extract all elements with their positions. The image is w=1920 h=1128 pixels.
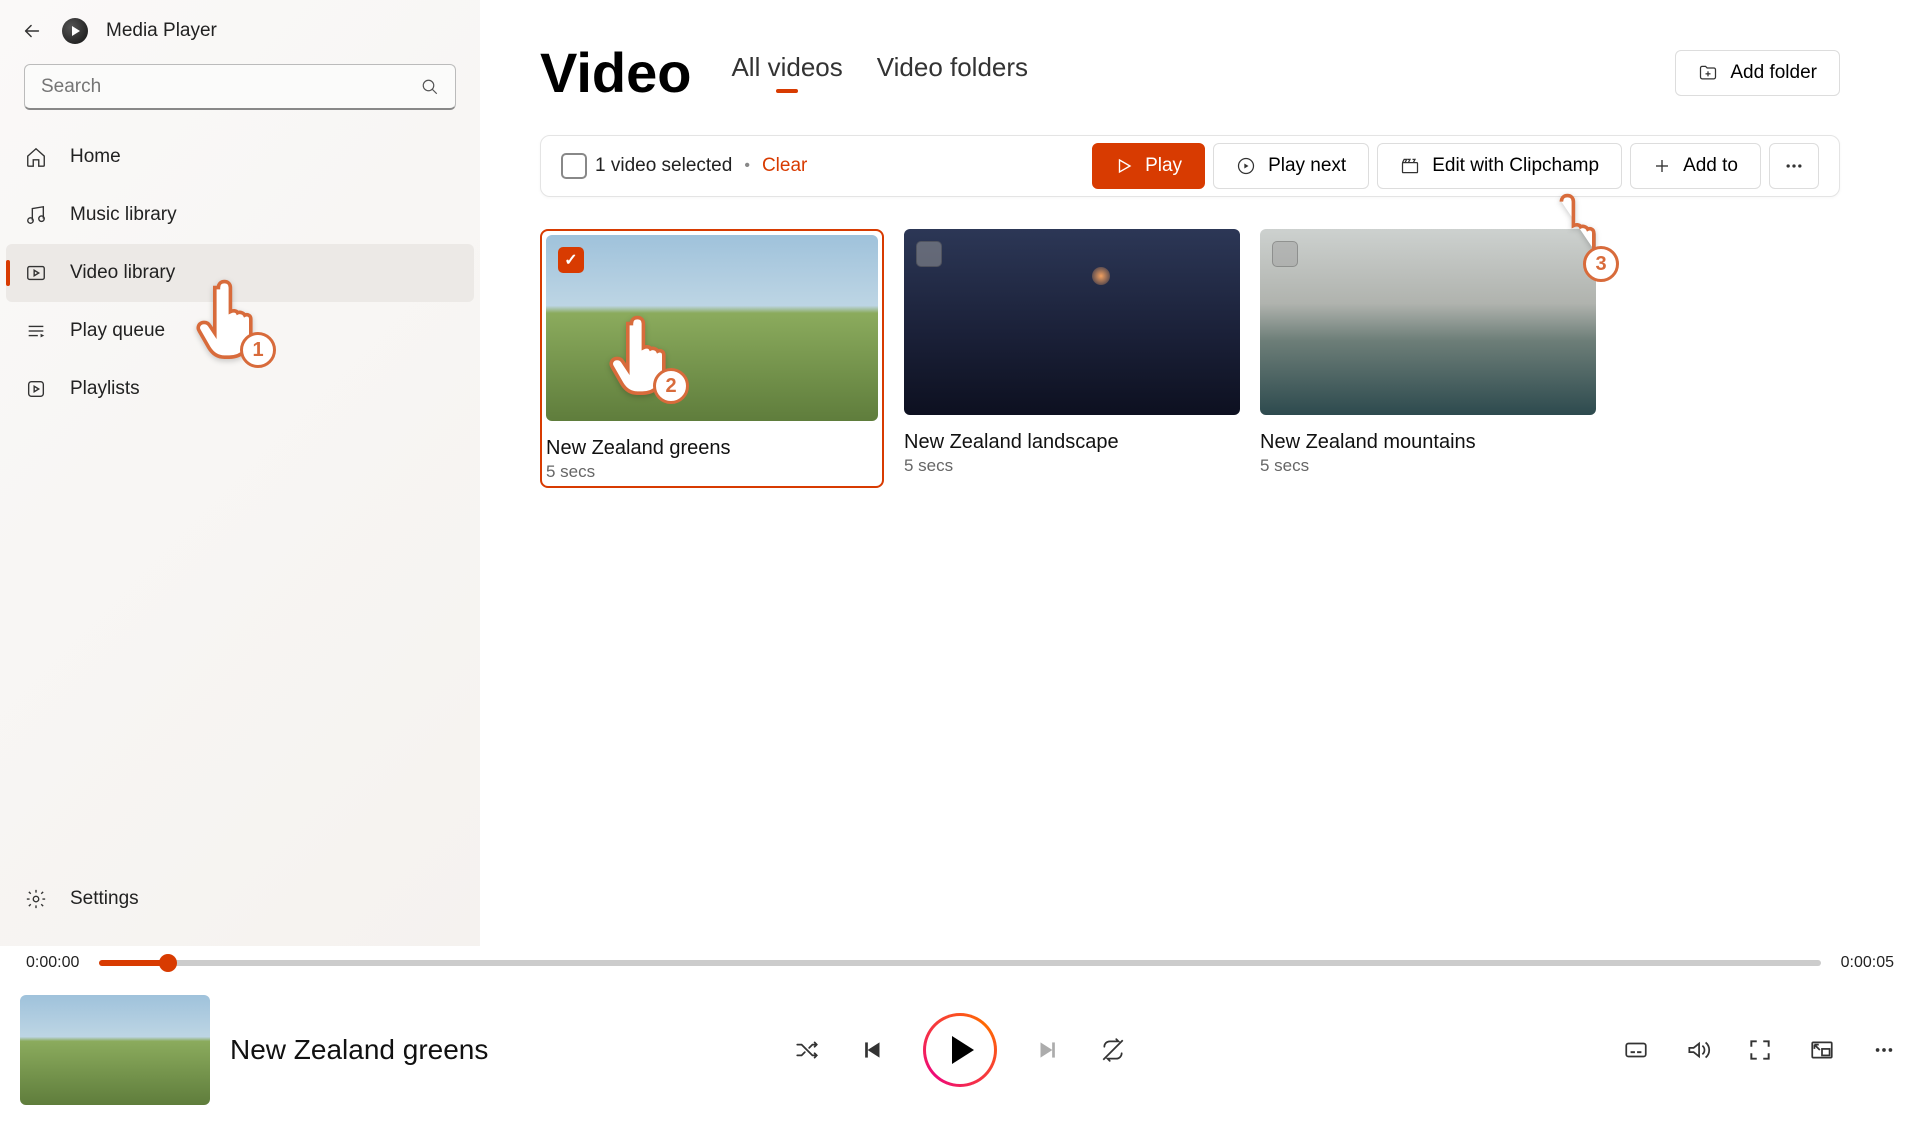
separator-dot: • [744, 157, 750, 175]
folder-add-icon [1698, 63, 1718, 83]
sidebar-item-label: Home [70, 146, 121, 168]
video-card[interactable]: New Zealand landscape 5 secs [904, 229, 1240, 488]
video-icon [24, 261, 48, 285]
sidebar-item-settings[interactable]: Settings [6, 870, 474, 928]
home-icon [24, 145, 48, 169]
video-grid: New Zealand greens 5 secs New Zealand la… [540, 229, 1840, 488]
video-duration: 5 secs [904, 456, 1240, 476]
add-to-button[interactable]: Add to [1630, 143, 1761, 189]
app-logo-icon [62, 18, 88, 44]
play-pause-button[interactable] [923, 1013, 997, 1087]
tab-all-videos[interactable]: All videos [731, 52, 842, 93]
video-thumbnail[interactable] [1260, 229, 1596, 415]
more-icon [1784, 156, 1804, 176]
video-thumbnail[interactable] [904, 229, 1240, 415]
seek-knob[interactable] [159, 954, 177, 972]
sidebar-item-play-queue[interactable]: Play queue [6, 302, 474, 360]
edit-label: Edit with Clipchamp [1432, 155, 1599, 177]
music-icon [24, 203, 48, 227]
nav: Home Music library Video library Play qu… [0, 128, 480, 418]
right-controls [1620, 1034, 1900, 1066]
shuffle-button[interactable] [791, 1034, 823, 1066]
play-label: Play [1145, 155, 1182, 177]
sidebar-item-label: Music library [70, 204, 177, 226]
back-button[interactable] [20, 19, 44, 43]
more-options-button[interactable] [1769, 143, 1819, 189]
video-duration: 5 secs [1260, 456, 1596, 476]
tabs: All videos Video folders [731, 52, 1028, 93]
page-title: Video [540, 40, 691, 105]
fullscreen-button[interactable] [1744, 1034, 1776, 1066]
video-checkbox[interactable] [916, 241, 942, 267]
video-title: New Zealand mountains [1260, 431, 1596, 454]
play-icon [1115, 157, 1133, 175]
play-next-icon [1236, 156, 1256, 176]
video-checkbox[interactable] [558, 247, 584, 273]
sidebar-item-home[interactable]: Home [6, 128, 474, 186]
video-thumbnail[interactable] [546, 235, 878, 421]
tab-label: All videos [731, 52, 842, 82]
sidebar-item-label: Playlists [70, 378, 140, 400]
add-folder-button[interactable]: Add folder [1675, 50, 1840, 96]
search-icon [421, 78, 439, 96]
queue-icon [24, 319, 48, 343]
search-input[interactable] [41, 76, 421, 98]
next-button[interactable] [1031, 1034, 1063, 1066]
current-time: 0:00:00 [26, 954, 79, 972]
playlist-icon [24, 377, 48, 401]
now-playing-title: New Zealand greens [230, 1034, 488, 1066]
gear-icon [24, 887, 48, 911]
now-playing-thumbnail[interactable] [20, 995, 210, 1105]
play-next-label: Play next [1268, 155, 1346, 177]
play-button[interactable]: Play [1092, 143, 1205, 189]
selection-bar: 1 video selected • Clear Play Play next … [540, 135, 1840, 197]
clear-selection-link[interactable]: Clear [762, 155, 807, 177]
search-box[interactable] [24, 64, 456, 110]
tab-video-folders[interactable]: Video folders [877, 52, 1028, 93]
clapperboard-icon [1400, 156, 1420, 176]
total-time: 0:00:05 [1841, 954, 1894, 972]
video-title: New Zealand greens [546, 437, 878, 460]
sidebar-item-label: Settings [70, 888, 139, 910]
select-all-checkbox[interactable] [561, 153, 587, 179]
selection-count: 1 video selected [595, 155, 732, 177]
captions-button[interactable] [1620, 1034, 1652, 1066]
previous-button[interactable] [857, 1034, 889, 1066]
plus-icon [1653, 157, 1671, 175]
sidebar: Media Player Home Music library Video li… [0, 0, 480, 946]
sidebar-item-playlists[interactable]: Playlists [6, 360, 474, 418]
video-checkbox[interactable] [1272, 241, 1298, 267]
add-to-label: Add to [1683, 155, 1738, 177]
video-card[interactable]: New Zealand mountains 5 secs [1260, 229, 1596, 488]
tab-label: Video folders [877, 52, 1028, 82]
video-title: New Zealand landscape [904, 431, 1240, 454]
video-card[interactable]: New Zealand greens 5 secs [540, 229, 884, 488]
main-content: Video All videos Video folders Add folde… [480, 0, 1920, 946]
sidebar-item-video-library[interactable]: Video library [6, 244, 474, 302]
center-controls [791, 1013, 1129, 1087]
play-next-button[interactable]: Play next [1213, 143, 1369, 189]
playback-bar: 0:00:00 0:00:05 New Zealand greens [0, 946, 1920, 1128]
edit-clipchamp-button[interactable]: Edit with Clipchamp [1377, 143, 1622, 189]
more-button[interactable] [1868, 1034, 1900, 1066]
sidebar-item-label: Video library [70, 262, 175, 284]
video-duration: 5 secs [546, 462, 878, 482]
add-folder-label: Add folder [1730, 62, 1817, 84]
mini-player-button[interactable] [1806, 1034, 1838, 1066]
seek-slider[interactable] [99, 960, 1820, 966]
volume-button[interactable] [1682, 1034, 1714, 1066]
sidebar-item-label: Play queue [70, 320, 165, 342]
app-title: Media Player [106, 20, 217, 42]
sidebar-item-music[interactable]: Music library [6, 186, 474, 244]
repeat-button[interactable] [1097, 1034, 1129, 1066]
